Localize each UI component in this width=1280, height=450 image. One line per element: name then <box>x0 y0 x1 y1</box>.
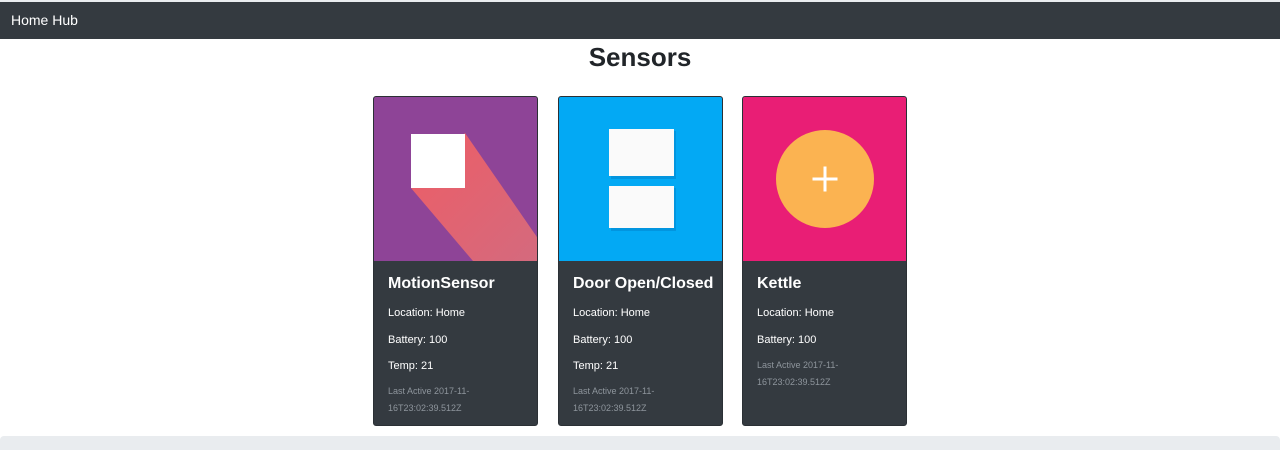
temp-text: Temp: 21 <box>388 360 434 372</box>
last-active-text: Last Active 2017-11-16T23:02:39.512Z <box>757 359 839 387</box>
sensor-card-motion[interactable]: MotionSensor Location: Home Battery: 100… <box>373 96 538 426</box>
sensor-card-door[interactable]: Door Open/Closed Location: Home Battery:… <box>558 96 723 426</box>
battery-text: Battery: 100 <box>573 333 633 346</box>
footer-bar <box>0 436 1280 450</box>
last-active-text: Last Active 2017-11-16T23:02:39.512Z <box>573 386 655 413</box>
temp-text: Temp: 21 <box>573 360 619 372</box>
last-active-text: Last Active 2017-11-16T23:02:39.512Z <box>388 386 470 413</box>
battery-text: Battery: 100 <box>388 333 448 346</box>
card-title: MotionSensor <box>388 275 495 292</box>
kettle-image <box>743 97 906 261</box>
card-title: Kettle <box>757 275 802 292</box>
sensor-card-kettle[interactable]: Kettle Location: Home Battery: 100 Last … <box>742 96 907 426</box>
navbar-brand[interactable]: Home Hub <box>11 12 78 28</box>
motion-sensor-image <box>374 97 537 261</box>
page-title: Sensors <box>588 42 692 72</box>
card-title: Door Open/Closed <box>573 275 714 292</box>
location-text: Location: Home <box>757 307 835 319</box>
door-sensor-image <box>559 97 722 261</box>
navbar: Home Hub <box>0 2 1280 39</box>
location-text: Location: Home <box>388 307 466 319</box>
battery-text: Battery: 100 <box>757 333 817 346</box>
location-text: Location: Home <box>573 307 651 319</box>
